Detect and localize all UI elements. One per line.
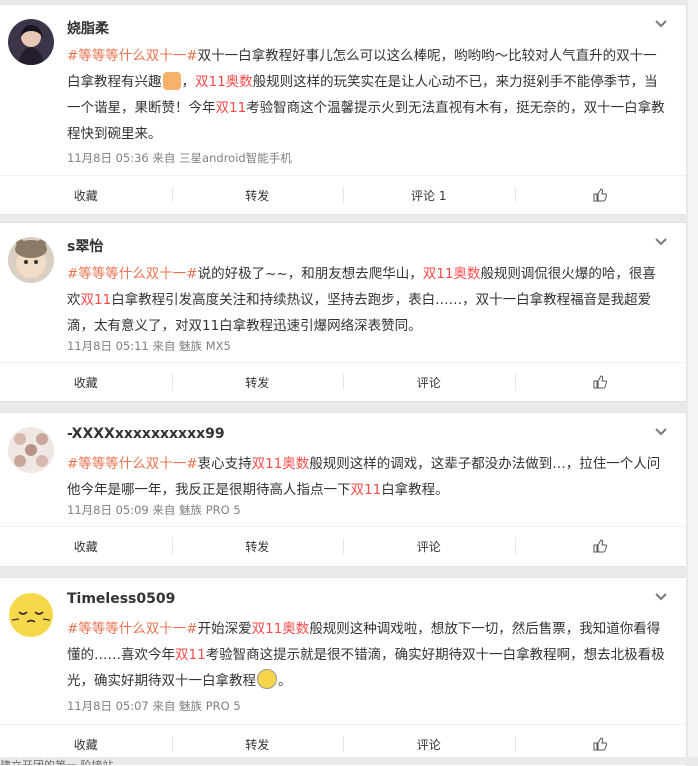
post-meta: 11月8日 05:07 来自 魅族 PRO 5 — [67, 699, 241, 713]
highlight-term: 双11奥数 — [251, 456, 310, 472]
topic-link[interactable]: #等等等什么双十一# — [67, 48, 198, 64]
avatar[interactable] — [8, 592, 54, 638]
text-segment: 说的好极了~~，和朋友想去爬华山， — [197, 266, 423, 282]
text-segment: 衷心支持 — [197, 456, 252, 472]
chevron-down-icon[interactable] — [654, 237, 668, 247]
thumbs-up-icon — [593, 375, 608, 389]
favorite-button[interactable]: 收藏 — [0, 176, 172, 214]
action-label: 转发 — [245, 539, 270, 554]
text-segment: 。 — [278, 673, 292, 689]
action-label: 转发 — [245, 188, 270, 203]
like-button[interactable] — [514, 363, 687, 401]
repost-button[interactable]: 转发 — [171, 176, 344, 214]
highlight-term: 双11 — [350, 482, 382, 498]
text-segment: 开始深爱 — [197, 621, 252, 637]
repost-button[interactable]: 转发 — [171, 527, 344, 565]
like-button[interactable] — [514, 527, 687, 565]
highlight-term: 双11 — [80, 292, 112, 308]
avatar[interactable] — [8, 237, 54, 283]
post-meta: 11月8日 05:09 来自 魅族 PRO 5 — [67, 503, 241, 517]
thumbs-up-icon — [593, 737, 608, 751]
topic-link[interactable]: #等等等什么双十一# — [67, 621, 198, 637]
topic-link[interactable]: #等等等什么双十一# — [67, 266, 198, 282]
scrollbar[interactable] — [688, 0, 698, 765]
post-meta: 11月8日 05:36 来自 三星android智能手机 — [67, 151, 292, 165]
text-segment: 白拿教程。 — [381, 482, 449, 498]
action-label: 转发 — [245, 737, 270, 752]
minion-emoji-icon — [257, 669, 277, 689]
action-label: 评论 — [416, 737, 441, 752]
repost-button[interactable]: 转发 — [171, 363, 344, 401]
comment-button[interactable]: 评论 — [343, 527, 515, 565]
highlight-term: 双11奥数 — [422, 266, 481, 282]
action-label: 收藏 — [73, 539, 98, 554]
chevron-down-icon[interactable] — [654, 427, 668, 437]
thumbs-up-emoji-icon — [162, 72, 181, 90]
thumbs-up-icon — [593, 539, 608, 553]
like-button[interactable] — [514, 176, 687, 214]
username[interactable]: -XXXXxxxxxxxxxx99 — [67, 426, 225, 442]
action-bar: 收藏 转发 评论 — [0, 362, 686, 401]
action-bar: 收藏 转发 评论 — [0, 526, 686, 565]
username[interactable]: Timeless0509 — [67, 591, 175, 607]
text-segment: ， — [181, 74, 196, 90]
comment-button[interactable]: 评论 1 — [343, 176, 515, 214]
favorite-button[interactable]: 收藏 — [0, 527, 172, 565]
post-card: 娆脂柔 #等等等什么双十一#双十一白拿教程好事儿怎么可以这么棒呢，哟哟哟～比较对… — [0, 4, 687, 215]
action-bar: 收藏 转发 评论 1 — [0, 175, 686, 214]
topic-link[interactable]: #等等等什么双十一# — [67, 456, 198, 472]
post-card: s翠怡 #等等等什么双十一#说的好极了~~，和朋友想去爬华山，双11奥数般规则调… — [0, 222, 687, 402]
post-text: #等等等什么双十一#说的好极了~~，和朋友想去爬华山，双11奥数般规则调侃很火爆… — [67, 261, 667, 339]
highlight-term: 双11 — [175, 647, 206, 663]
action-label: 转发 — [245, 375, 270, 390]
action-label: 评论 1 — [411, 188, 447, 203]
text-segment: 白拿教程引发高度关注和持续热议，坚持去跑步，表白……，双十一白拿教程福音是我超爱… — [67, 292, 652, 334]
username[interactable]: s翠怡 — [67, 236, 103, 256]
post-card: Timeless0509 #等等等什么双十一#开始深爱双11奥数般规则这种调戏啦… — [0, 577, 687, 766]
post-text: #等等等什么双十一#双十一白拿教程好事儿怎么可以这么棒呢，哟哟哟～比较对人气直升… — [67, 43, 667, 147]
post-meta: 11月8日 05:11 来自 魅族 MX5 — [67, 339, 231, 353]
action-label: 评论 — [416, 539, 441, 554]
username[interactable]: 娆脂柔 — [67, 18, 109, 38]
chevron-down-icon[interactable] — [654, 19, 668, 29]
highlight-term: 双11奥数 — [195, 74, 253, 90]
post-text: #等等等什么双十一#开始深爱双11奥数般规则这种调戏啦，想放下一切，然后售票，我… — [67, 616, 667, 694]
comment-button[interactable]: 评论 — [343, 363, 515, 401]
thumbs-up-icon — [593, 188, 608, 202]
action-label: 收藏 — [73, 375, 98, 390]
post-text: #等等等什么双十一#衷心支持双11奥数般规则这样的调戏，这辈子都没办法做到…，拉… — [67, 451, 667, 503]
post-card: -XXXXxxxxxxxxxx99 #等等等什么双十一#衷心支持双11奥数般规则… — [0, 412, 687, 567]
highlight-term: 双11 — [215, 100, 247, 116]
favorite-button[interactable]: 收藏 — [0, 363, 172, 401]
action-label: 收藏 — [73, 188, 98, 203]
action-label: 评论 — [416, 375, 441, 390]
chevron-down-icon[interactable] — [654, 592, 668, 602]
action-label: 收藏 — [73, 737, 98, 752]
bottom-strip: 建立开团的第一 阶接站 — [0, 757, 698, 765]
avatar[interactable] — [8, 427, 54, 473]
highlight-term: 双11奥数 — [251, 621, 310, 637]
avatar[interactable] — [8, 19, 54, 65]
